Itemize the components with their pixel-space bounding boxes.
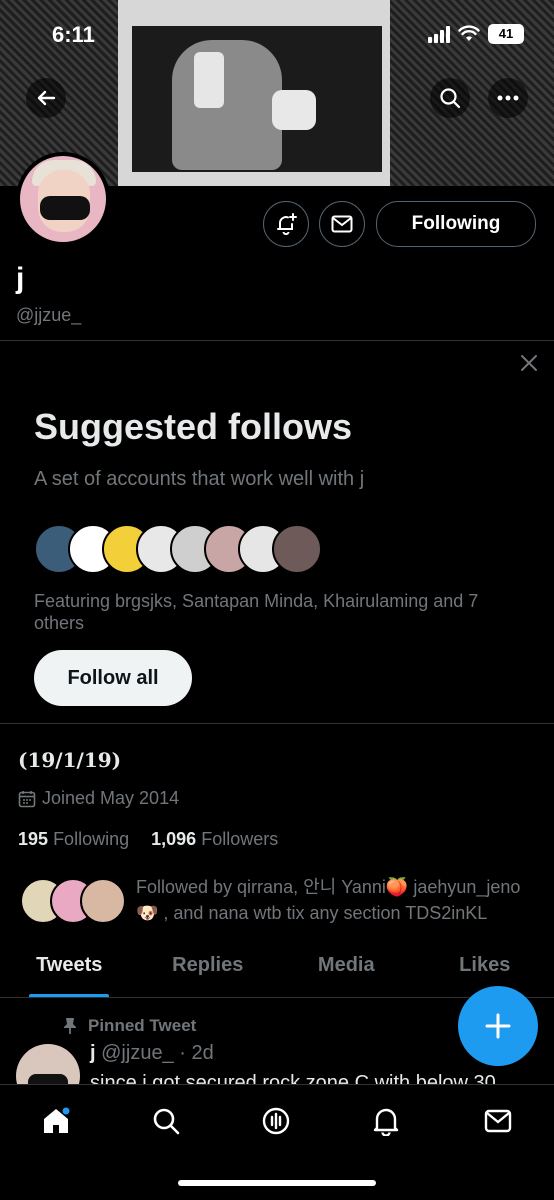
spaces-icon [262,1107,290,1135]
tweet-header: j @jjzue_ · 2d [90,1042,214,1065]
battery-indicator: 41 [488,24,524,44]
home-icon [44,1107,70,1133]
joined-date: Joined May 2014 [18,788,179,809]
back-button[interactable] [26,78,66,118]
notification-bell-icon [277,213,297,235]
pinned-label: Pinned Tweet [88,1016,197,1035]
search-button[interactable] [430,78,470,118]
compose-button[interactable] [458,986,538,1066]
close-icon [521,355,537,371]
profile-display-name: j [16,262,25,295]
profile-handle: @jjzue_ [16,305,82,325]
message-button[interactable] [319,201,365,247]
following-stat[interactable]: 195 Following [18,829,129,849]
follow-stats: 195 Following 1,096 Followers [18,829,278,850]
suggested-featuring: Featuring brgsjks, Santapan Minda, Khair… [34,591,479,633]
followers-count: 1,096 [151,829,197,849]
suggested-title: Suggested follows [34,406,353,447]
divider [0,723,554,724]
calendar-icon [18,790,36,807]
profile-bio: (19/1/19) [18,748,122,772]
mail-icon [331,215,353,233]
tweet-handle-time: @jjzue_ · 2d [101,1042,214,1064]
following-label: Following [53,829,130,849]
tweet-text[interactable]: since i got secured rock zone C with bel… [90,1070,530,1084]
followers-label: Followers [201,829,279,849]
tab-replies[interactable]: Replies [139,944,278,998]
wifi-icon [458,25,480,41]
tab-media[interactable]: Media [277,944,416,998]
following-button[interactable]: Following [376,201,536,247]
nav-spaces[interactable] [254,1099,298,1143]
notification-bell-icon [373,1108,399,1136]
banner-pillow [272,90,316,130]
nav-messages[interactable] [476,1099,520,1143]
follower-avatar [80,878,126,924]
mail-icon [484,1109,512,1133]
more-button[interactable] [488,78,528,118]
suggested-subtitle: A set of accounts that work well with j [34,468,365,490]
search-icon [153,1108,180,1135]
followed-by-avatars[interactable] [20,878,130,926]
pinned-indicator: Pinned Tweet [62,1016,196,1036]
followed-by-text[interactable]: Followed by qirrana, 안니 Yanni🍑 jaehyun_j… [136,874,540,926]
notify-button[interactable] [263,201,309,247]
followers-stat[interactable]: 1,096 Followers [151,829,278,849]
pin-icon [64,1018,76,1034]
suggested-avatar [272,524,322,574]
divider [0,340,554,341]
search-icon [440,88,461,109]
status-time: 6:11 [52,22,95,47]
status-bar: 6:11 41 [0,0,554,70]
signal-icon [428,25,450,43]
joined-text: Joined May 2014 [42,788,180,808]
back-arrow-icon [37,90,56,106]
tab-tweets[interactable]: Tweets [0,944,139,998]
more-icon [497,95,519,101]
status-icons: 41 [428,24,524,44]
following-count: 195 [18,829,49,849]
home-indicator [178,1180,376,1186]
nav-home[interactable] [34,1099,78,1143]
nav-notifications[interactable] [364,1099,408,1143]
dismiss-suggestions-button[interactable] [516,350,542,376]
nav-search[interactable] [144,1099,188,1143]
tweet-author-name: j [90,1042,96,1064]
follow-all-button[interactable]: Follow all [34,650,192,706]
compose-plus-icon [485,1013,511,1039]
avatar-mask [40,196,90,220]
profile-tabs: Tweets Replies Media Likes [0,944,554,998]
profile-avatar[interactable] [16,152,110,246]
suggested-avatars[interactable] [34,524,334,576]
